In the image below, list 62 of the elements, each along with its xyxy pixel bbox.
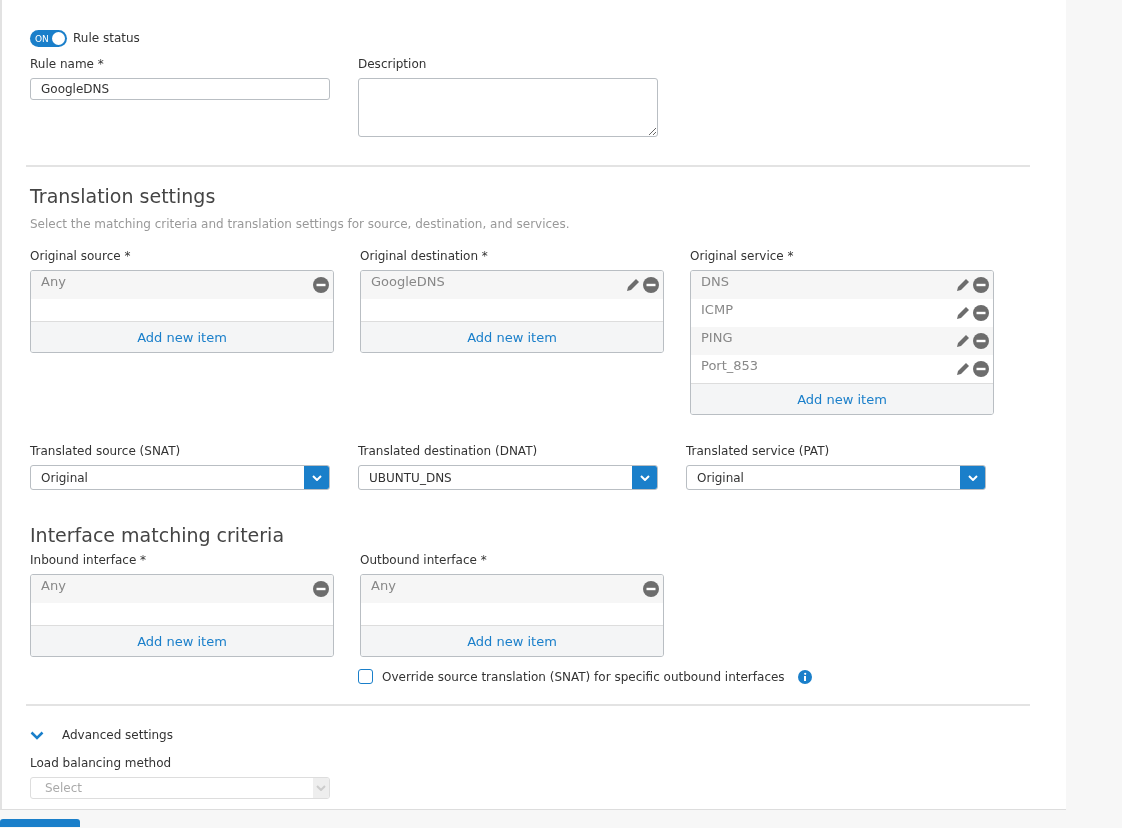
field-label: Outbound interface * <box>360 553 488 568</box>
list-item[interactable]: DNS <box>691 271 993 299</box>
list-item[interactable]: Any <box>31 271 333 299</box>
list-item[interactable]: Any <box>361 575 663 603</box>
name-input[interactable]: GoogleDNS <box>30 78 330 100</box>
field-label: Inbound interface * <box>30 553 148 568</box>
chevron-icon[interactable] <box>30 730 44 740</box>
add-item-button[interactable]: Add new item <box>361 321 663 352</box>
list-item[interactable]: Any <box>31 575 333 603</box>
field-label: Translated source (SNAT) <box>30 444 182 459</box>
caret-icon <box>316 785 326 791</box>
item-text: PING <box>701 329 733 347</box>
item-text: Any <box>41 273 66 291</box>
field-label: Original service * <box>690 249 795 264</box>
remove-icon[interactable] <box>313 277 329 293</box>
item-text: DNS <box>701 273 729 291</box>
pencil-icon[interactable] <box>955 361 971 377</box>
pencil-icon[interactable] <box>955 277 971 293</box>
remove-icon[interactable] <box>973 305 989 321</box>
description-input[interactable] <box>358 78 658 137</box>
item-text: GoogleDNS <box>371 273 445 291</box>
item-text: Port_853 <box>701 357 759 375</box>
pencil-icon[interactable] <box>955 333 971 349</box>
pencil-icon[interactable] <box>625 277 641 293</box>
field-label: Load balancing method <box>30 756 173 771</box>
remove-icon[interactable] <box>973 277 989 293</box>
add-item-button[interactable]: Add new item <box>691 383 993 414</box>
field-label: Translated destination (DNAT) <box>358 444 539 459</box>
item-text: ICMP <box>701 301 733 319</box>
remove-icon[interactable] <box>973 361 989 377</box>
section-description: Select the matching criteria and translation settings for source, destination, and services. <box>30 217 571 231</box>
section-title: Interface matching criteria <box>30 524 286 546</box>
caret-icon <box>311 474 322 481</box>
list-item[interactable]: GoogleDNS <box>361 271 663 299</box>
caret-icon <box>967 474 978 481</box>
item-text: Any <box>41 577 66 595</box>
list-item[interactable]: PING <box>691 327 993 355</box>
checkbox[interactable] <box>358 669 373 684</box>
add-item-button[interactable]: Add new item <box>31 321 333 352</box>
add-item-button[interactable]: Add new item <box>361 625 663 656</box>
remove-icon[interactable] <box>973 333 989 349</box>
remove-icon[interactable] <box>643 581 659 597</box>
caret-icon <box>639 474 650 481</box>
field-label: Original destination * <box>360 249 489 264</box>
remove-icon[interactable] <box>643 277 659 293</box>
field-label: Translated service (PAT) <box>686 444 831 459</box>
field-label: Original source * <box>30 249 132 264</box>
add-item-button[interactable]: Add new item <box>31 625 333 656</box>
dropdown[interactable]: Original <box>686 465 986 490</box>
advanced-settings-toggle[interactable]: Advanced settings <box>62 728 173 742</box>
dropdown[interactable]: UBUNTU_DNS <box>358 465 658 490</box>
checkbox-label: Override source translation (SNAT) for specific outbound interfaces <box>382 669 785 684</box>
field-label: Description <box>358 57 428 72</box>
toggle-switch[interactable]: ON <box>30 30 67 47</box>
field-label: Rule name * <box>30 57 105 72</box>
toggle-label: Rule status <box>73 31 140 46</box>
section-title: Translation settings <box>30 185 217 207</box>
dropdown[interactable]: Original <box>30 465 330 490</box>
pencil-icon[interactable] <box>955 305 971 321</box>
item-text: Any <box>371 577 396 595</box>
info-icon[interactable] <box>797 669 812 684</box>
remove-icon[interactable] <box>313 581 329 597</box>
